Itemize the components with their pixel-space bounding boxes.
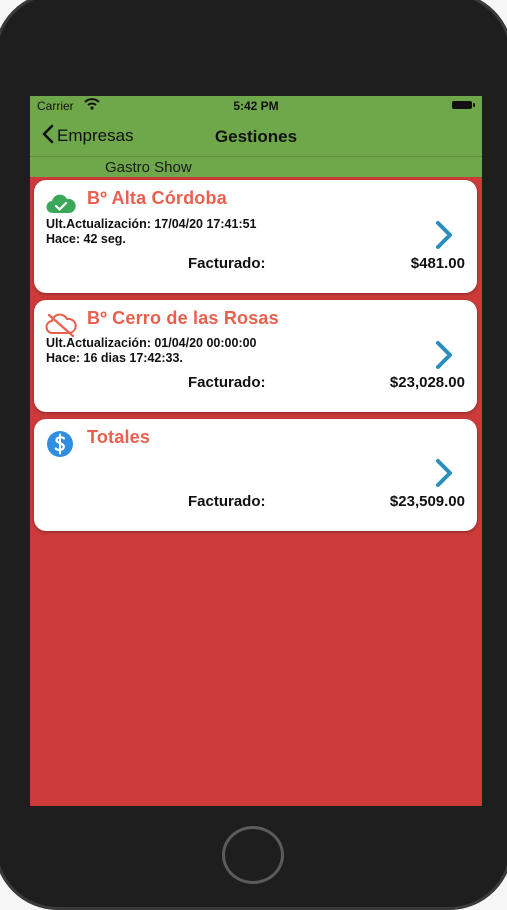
status-time: 5:42 PM — [233, 99, 279, 113]
branch-card-cerro-de-las-rosas[interactable]: Bº Cerro de las Rosas Ult.Actualización:… — [34, 300, 477, 412]
chevron-right-icon[interactable] — [433, 340, 455, 370]
billed-amount: $481.00 — [410, 255, 465, 272]
status-bar: Carrier 5:42 PM — [30, 96, 482, 116]
battery-icon — [452, 101, 475, 109]
chevron-right-icon[interactable] — [433, 220, 455, 250]
cloud-offline-icon — [45, 311, 77, 339]
page-title: Gestiones — [214, 127, 298, 146]
last-update-text: Ult.Actualización: 01/04/20 00:00:00 — [46, 336, 257, 350]
app-screen: Carrier 5:42 PM Empresas Gestiones Gastr… — [30, 96, 482, 806]
billed-amount: $23,509.00 — [389, 493, 465, 510]
totals-card[interactable]: Totales Facturado: $23,509.00 — [34, 419, 477, 531]
navigation-bar: Empresas Gestiones — [30, 116, 482, 156]
last-update-text: Ult.Actualización: 17/04/20 17:41:51 — [46, 217, 257, 231]
chevron-right-icon[interactable] — [433, 458, 455, 488]
home-button[interactable] — [222, 826, 284, 884]
branch-card-alta-cordoba[interactable]: Bº Alta Córdoba Ult.Actualización: 17/04… — [34, 180, 477, 293]
billed-label: Facturado: — [188, 493, 266, 510]
billed-amount: $23,028.00 — [389, 374, 465, 391]
cloud-check-icon — [45, 191, 77, 219]
totals-title: Totales — [87, 427, 151, 447]
branch-title: Bº Cerro de las Rosas — [87, 308, 279, 328]
dollar-circle-icon — [45, 430, 77, 458]
billed-label: Facturado: — [188, 374, 266, 391]
elapsed-time-text: Hace: 42 seg. — [46, 232, 126, 246]
billed-label: Facturado: — [188, 255, 266, 272]
company-subheader: Gastro Show — [30, 156, 482, 177]
elapsed-time-text: Hace: 16 dias 17:42:33. — [46, 351, 183, 365]
branch-title: Bº Alta Córdoba — [87, 188, 227, 208]
company-name: Gastro Show — [105, 159, 192, 176]
